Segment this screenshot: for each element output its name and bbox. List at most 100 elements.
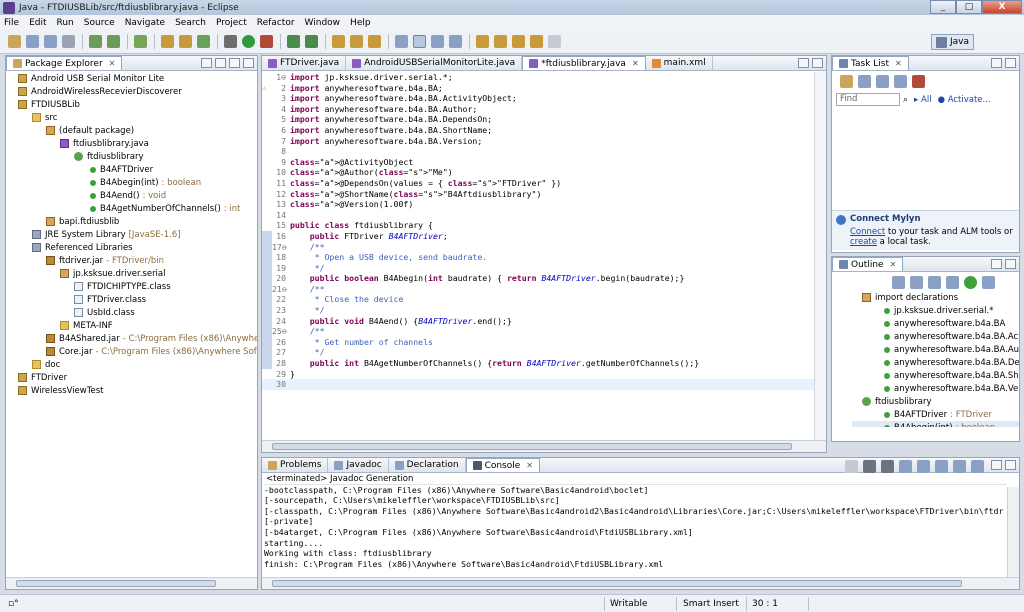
code-line[interactable]: 27 */: [262, 347, 814, 359]
fast-view-icon[interactable]: ▫°: [8, 599, 19, 609]
avd-manager-icon[interactable]: [107, 35, 120, 48]
tab-package-explorer[interactable]: Package Explorer ✕: [6, 56, 123, 70]
next-annotation-icon[interactable]: [476, 35, 489, 48]
code-line[interactable]: 28 public int B4AgetNumberOfChannels() {…: [262, 358, 814, 369]
tree-item[interactable]: bapi.ftdiusblib: [6, 215, 257, 228]
menu-search[interactable]: Search: [175, 18, 206, 28]
outline-item[interactable]: B4Abegin(int): boolean: [852, 421, 1019, 427]
run-icon[interactable]: [242, 35, 255, 48]
find-input[interactable]: Find: [836, 93, 900, 106]
code-line[interactable]: 16 public FTDriver B4AFTDriver;: [262, 230, 814, 242]
code-line[interactable]: 13 class="a">@Version(1.00f): [262, 199, 814, 210]
code-line[interactable]: 11 class="a">@DependsOn(values = { class=…: [262, 178, 814, 189]
new-class-icon[interactable]: [197, 35, 210, 48]
sort-icon[interactable]: [910, 276, 923, 289]
hide-fields-icon[interactable]: [928, 276, 941, 289]
tree-item[interactable]: B4AFTDriver: [6, 163, 257, 176]
code-line[interactable]: 3 import anywheresoftware.b4a.BA.Activity…: [262, 93, 814, 104]
outline-item[interactable]: anywheresoftware.b4a.BA.Shor: [852, 369, 1019, 382]
new-icon[interactable]: [8, 35, 21, 48]
menu-file[interactable]: File: [4, 18, 19, 28]
code-area[interactable]: 1⊖ import jp.ksksue.driver.serial.*; ⚠ 2 imp…: [262, 72, 814, 440]
open-type-icon[interactable]: [332, 35, 345, 48]
tree-item[interactable]: B4AShared.jar - C:\Program Files (x86)\An…: [6, 332, 257, 345]
collapse-all-icon[interactable]: [892, 276, 905, 289]
new-project-icon[interactable]: [161, 35, 174, 48]
menu-edit[interactable]: Edit: [29, 18, 46, 28]
tree-item[interactable]: (default package): [6, 124, 257, 137]
activate-link[interactable]: ● Activate...: [938, 95, 991, 105]
menu-run[interactable]: Run: [57, 18, 74, 28]
maximize-view-icon[interactable]: [1005, 460, 1016, 470]
tree-item[interactable]: Referenced Libraries: [6, 241, 257, 254]
outline-item[interactable]: B4AFTDriver: FTDriver: [852, 408, 1019, 421]
tab-console[interactable]: Console ✕: [465, 458, 540, 472]
toggle-breadcrumb-icon[interactable]: [449, 35, 462, 48]
outline-item[interactable]: ftdiusblibrary: [852, 395, 1019, 408]
outline-item[interactable]: jp.ksksue.driver.serial.*: [852, 304, 1019, 317]
menu-navigate[interactable]: Navigate: [125, 18, 165, 28]
tree-item[interactable]: FTDriver.class: [6, 293, 257, 306]
code-line[interactable]: 9 class="a">@ActivityObject: [262, 157, 814, 168]
new-task-icon[interactable]: [840, 75, 853, 88]
code-line[interactable]: 21⊖ /**: [262, 283, 814, 295]
code-line[interactable]: 8: [262, 146, 814, 157]
code-line[interactable]: 15 public class ftdiusblibrary {: [262, 220, 814, 231]
save-icon[interactable]: [26, 35, 39, 48]
code-line[interactable]: 30: [262, 379, 814, 390]
lint-icon[interactable]: [134, 35, 147, 48]
hide-completed-icon[interactable]: [894, 75, 907, 88]
hide-static-icon[interactable]: [946, 276, 959, 289]
code-line[interactable]: 18 * Open a USB device, send baudrate.: [262, 252, 814, 263]
minimize-view-icon[interactable]: [991, 460, 1002, 470]
tree-item[interactable]: ftdiusblibrary.java: [6, 137, 257, 150]
all-filter[interactable]: ▸ All: [914, 95, 932, 105]
tree-item[interactable]: jp.ksksue.driver.serial: [6, 267, 257, 280]
clear-console-icon[interactable]: [899, 460, 912, 473]
tree-item[interactable]: Android USB Serial Monitor Lite: [6, 72, 257, 85]
tab-declaration[interactable]: Declaration: [389, 458, 466, 472]
tab-ftdiusblibrary-java[interactable]: *ftdiusblibrary.java ✕: [522, 56, 646, 70]
hide-nonpublic-icon[interactable]: [964, 276, 977, 289]
close-icon[interactable]: ✕: [526, 461, 533, 470]
tab-main-xml[interactable]: main.xml: [646, 56, 713, 70]
show-whitespace-icon[interactable]: [431, 35, 444, 48]
code-line[interactable]: 23 */: [262, 305, 814, 316]
collapse-all-icon[interactable]: [201, 58, 212, 68]
horizontal-scrollbar[interactable]: [262, 440, 826, 452]
code-line[interactable]: ⚠ 2 import anywheresoftware.b4a.BA;: [262, 83, 814, 94]
display-console-icon[interactable]: [953, 460, 966, 473]
back-icon[interactable]: [530, 35, 543, 48]
maximize-view-icon[interactable]: [812, 58, 823, 68]
outline-item[interactable]: import declarations: [852, 291, 1019, 304]
connect-link[interactable]: Connect: [850, 227, 885, 237]
tree-item[interactable]: FTDICHIPTYPE.class: [6, 280, 257, 293]
code-line[interactable]: 24 public void B4Aend() {B4AFTDriver.end…: [262, 315, 814, 327]
tree-item[interactable]: ftdiusblibrary: [6, 150, 257, 163]
tab-ftdriver-java[interactable]: FTDriver.java: [262, 56, 347, 70]
collapse-all-icon[interactable]: [912, 75, 925, 88]
maximize-view-icon[interactable]: [1005, 58, 1016, 68]
prev-annotation-icon[interactable]: [494, 35, 507, 48]
minimize-button[interactable]: _: [930, 0, 956, 14]
overview-ruler[interactable]: [814, 72, 826, 440]
create-link[interactable]: create: [850, 237, 877, 247]
code-line[interactable]: 14: [262, 210, 814, 221]
menu-help[interactable]: Help: [350, 18, 371, 28]
code-line[interactable]: 7 import anywheresoftware.b4a.BA.Version;: [262, 136, 814, 147]
tree-item[interactable]: AndroidWirelessRecevierDiscoverer: [6, 85, 257, 98]
link-editor-icon[interactable]: [215, 58, 226, 68]
close-button[interactable]: X: [982, 0, 1022, 14]
forward-icon[interactable]: [548, 35, 561, 48]
tab-problems[interactable]: Problems: [262, 458, 329, 472]
outline-item[interactable]: anywheresoftware.b4a.BA: [852, 317, 1019, 330]
open-console-icon[interactable]: [971, 460, 984, 473]
hide-local-types-icon[interactable]: [982, 276, 995, 289]
menu-window[interactable]: Window: [305, 18, 341, 28]
minimize-view-icon[interactable]: [798, 58, 809, 68]
save-all-icon[interactable]: [44, 35, 57, 48]
android-sdk-icon[interactable]: [89, 35, 102, 48]
menu-source[interactable]: Source: [84, 18, 115, 28]
maximize-view-icon[interactable]: [243, 58, 254, 68]
minimize-view-icon[interactable]: [991, 58, 1002, 68]
